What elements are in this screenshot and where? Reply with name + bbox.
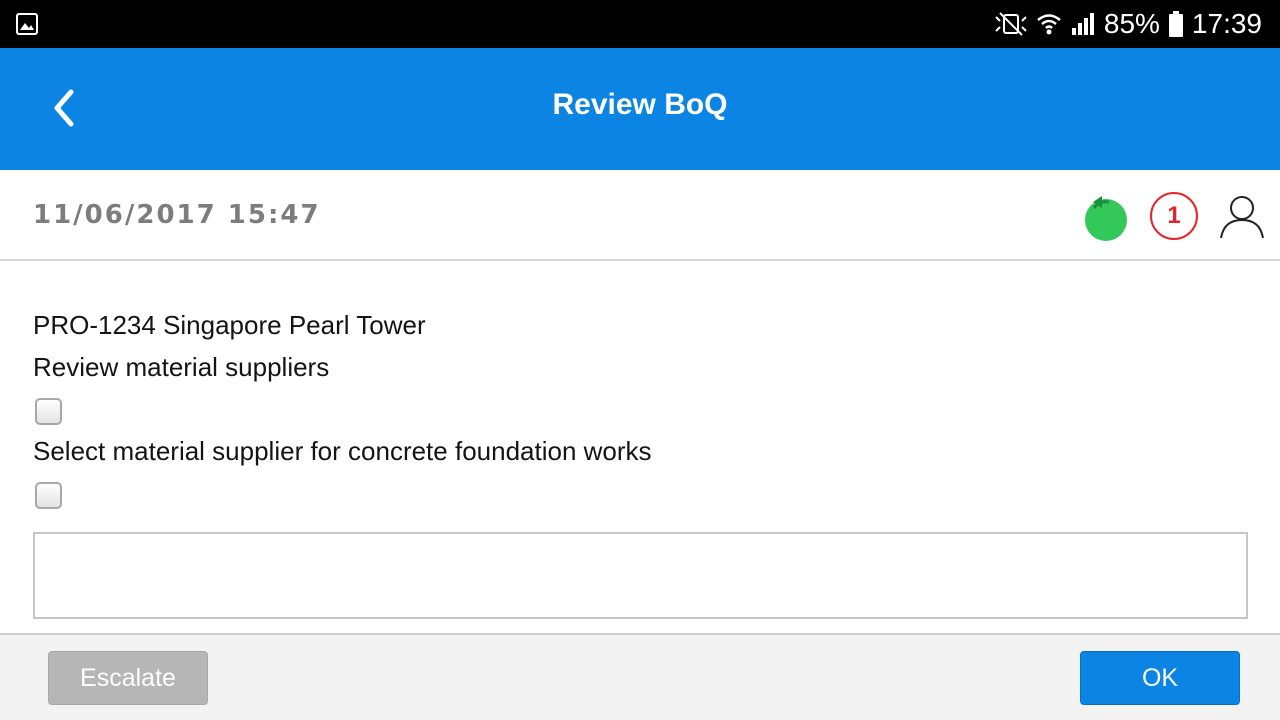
status-bar: 85% 17:39 bbox=[0, 0, 1280, 48]
task-status-icons: 1 bbox=[1082, 188, 1266, 244]
clock: 17:39 bbox=[1191, 8, 1262, 39]
count-badge[interactable]: 1 bbox=[1150, 192, 1198, 240]
mute-icon bbox=[995, 12, 1027, 36]
checklist-item-label: Select material supplier for concrete fo… bbox=[33, 436, 652, 466]
action-bar: Escalate OK bbox=[0, 633, 1280, 720]
app-bar: Review BoQ bbox=[0, 48, 1280, 170]
project-title: PRO-1234 Singapore Pearl Tower bbox=[33, 310, 426, 340]
signal-icon bbox=[1071, 13, 1094, 35]
ok-button[interactable]: OK bbox=[1080, 651, 1240, 705]
checklist-item-label: Review material suppliers bbox=[33, 352, 330, 382]
comment-input[interactable] bbox=[33, 532, 1248, 619]
checklist-checkbox[interactable] bbox=[35, 482, 62, 509]
wifi-icon bbox=[1037, 14, 1061, 35]
battery-icon bbox=[1168, 11, 1183, 37]
gallery-icon bbox=[16, 13, 38, 35]
green-undo-icon[interactable] bbox=[1082, 190, 1130, 242]
escalate-button[interactable]: Escalate bbox=[48, 651, 208, 705]
status-indicators: 85% 17:39 bbox=[994, 0, 1262, 48]
checklist-checkbox[interactable] bbox=[35, 398, 62, 425]
user-icon[interactable] bbox=[1218, 192, 1266, 240]
task-info-row: 11/06/2017 15:47 1 bbox=[0, 170, 1280, 261]
task-timestamp: 11/06/2017 15:47 bbox=[33, 200, 321, 230]
battery-percent: 85% bbox=[1103, 8, 1160, 39]
page-title: Review BoQ bbox=[552, 88, 728, 121]
